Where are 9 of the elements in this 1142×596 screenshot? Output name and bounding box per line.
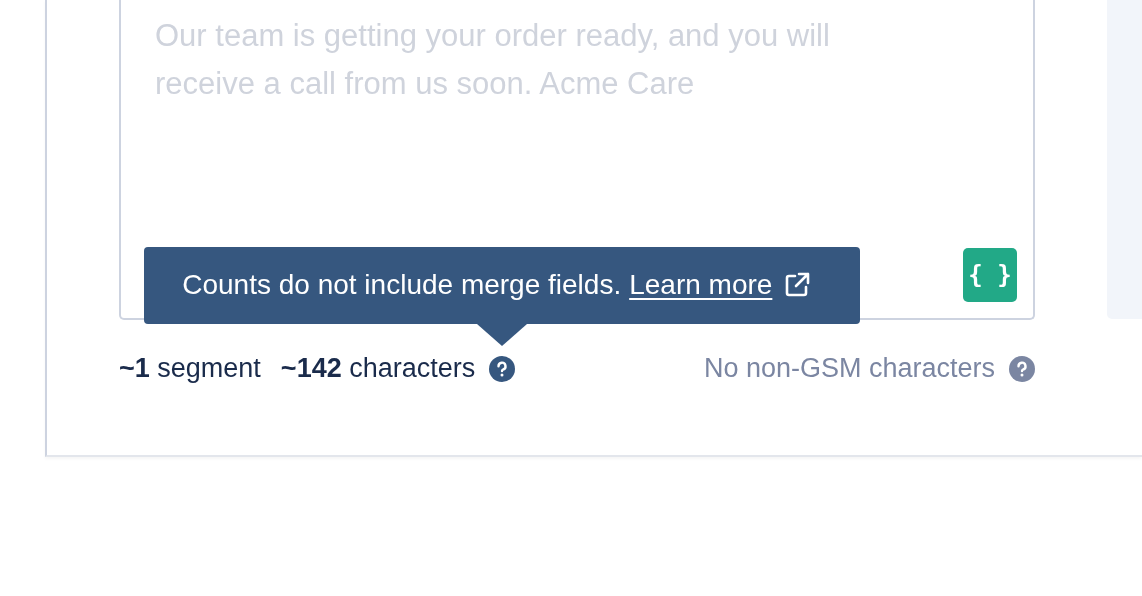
- help-icon[interactable]: [489, 355, 516, 382]
- learn-more-link[interactable]: Learn more: [629, 269, 773, 301]
- character-count: ~142 characters: [280, 353, 476, 384]
- external-link-icon[interactable]: [784, 272, 811, 298]
- tooltip-text: Counts do not include merge fields.: [182, 269, 622, 301]
- segment-count: ~1 segment: [119, 353, 261, 384]
- help-icon[interactable]: [1009, 355, 1035, 382]
- encoding-status: No non-GSM characters: [703, 353, 995, 384]
- merge-field-button[interactable]: { }: [963, 248, 1017, 302]
